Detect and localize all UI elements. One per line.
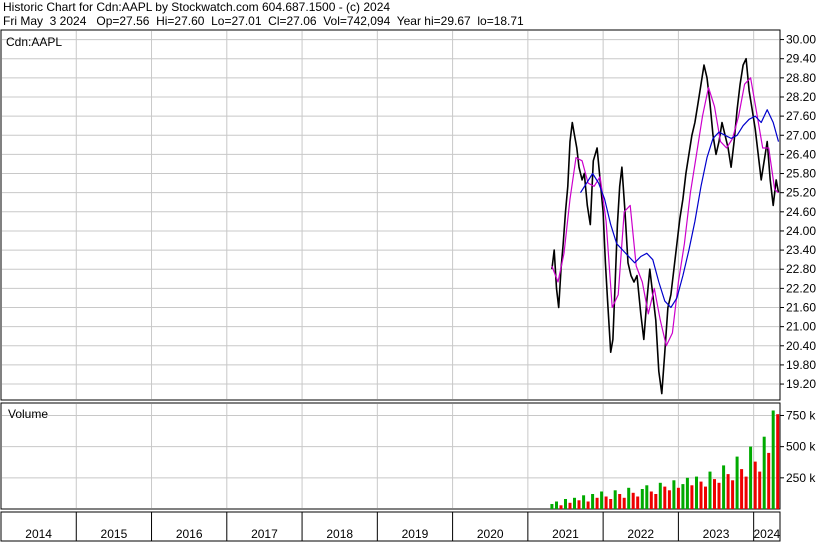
price-y-tick-label: 25.20 [786,186,816,200]
price-y-tick-label: 23.40 [786,243,816,257]
price-panel [0,29,781,401]
x-tick-label: 2020 [477,527,504,541]
volume-bar [749,446,753,509]
volume-bar [740,469,744,509]
volume-bar [681,484,685,509]
volume-bar [672,480,676,509]
volume-bar [636,496,640,509]
volume-bar [771,410,775,509]
volume-bar [658,482,662,509]
x-tick-label: 2021 [552,527,579,541]
x-tick-label: 2016 [176,527,203,541]
price-y-tick-label: 19.80 [786,358,816,372]
price-y-tick-label: 19.20 [786,377,816,391]
volume-bar [604,496,608,509]
x-tick-label: 2017 [251,527,278,541]
volume-y-tick-label: 500 k [786,440,816,454]
volume-bar [726,474,730,509]
volume-bar [713,479,716,509]
volume-bar [627,487,631,509]
x-tick-label: 2022 [627,527,654,541]
volume-bar [722,465,726,509]
price-y-tick-label: 28.20 [786,90,816,104]
price-y-tick-label: 20.40 [786,339,816,353]
volume-bar [690,485,694,509]
volume-bar [735,456,739,509]
volume-bar [758,471,762,509]
volume-bar [550,504,554,509]
price-y-axis: 30.00 29.40 28.80 28.20 27.60 27.00 26.40 25.80… [780,33,816,391]
volume-bar [586,501,590,509]
x-tick-label: 2018 [326,527,353,541]
price-y-tick-label: 24.60 [786,205,816,219]
price-y-tick-label: 28.80 [786,71,816,85]
price-panel-label: Cdn:AAPL [6,35,62,49]
price-y-tick-label: 25.80 [786,167,816,181]
volume-y-tick-label: 250 k [786,471,816,485]
volume-bar [559,505,563,509]
price-y-tick-label: 22.20 [786,281,816,295]
volume-bar [753,461,757,509]
volume-y-axis: 750 k 500 k 250 k [780,408,816,485]
volume-bar [582,495,586,509]
volume-bar [676,487,680,509]
x-tick-label: 2015 [101,527,128,541]
volume-bar [767,452,771,509]
volume-bar [663,486,667,509]
price-y-tick-label: 21.60 [786,301,816,315]
x-tick-label: 2014 [25,527,52,541]
volume-bar [595,497,599,509]
volume-bar [695,476,698,509]
volume-bar [776,414,780,509]
volume-bar [762,436,766,509]
volume-bar [731,480,735,509]
volume-bar [591,494,595,509]
volume-bar [744,476,748,509]
price-y-tick-label: 27.60 [786,109,816,123]
x-tick-label: 2024 [753,527,780,541]
volume-panel [0,402,781,510]
x-tick-label: 2023 [703,527,730,541]
price-y-tick-label: 27.00 [786,128,816,142]
volume-y-tick-label: 750 k [786,408,816,422]
price-y-tick-label: 30.00 [786,33,816,47]
price-y-tick-label: 29.40 [786,52,816,66]
x-tick-label: 2019 [402,527,429,541]
volume-bar [631,492,635,509]
volume-bar [609,499,613,509]
volume-bar [577,500,581,509]
volume-bar [649,491,653,509]
volume-bar [708,471,712,509]
price-y-tick-label: 21.00 [786,320,816,334]
volume-bar [564,499,567,509]
price-y-tick-label: 26.40 [786,147,816,161]
volume-bar [699,481,703,509]
volume-bar [613,490,617,509]
volume-bar [618,494,622,509]
price-y-tick-label: 22.80 [786,262,816,276]
volume-bar [600,491,604,509]
price-y-tick-label: 24.00 [786,224,816,238]
volume-bar [717,482,721,509]
volume-bar [704,486,707,509]
volume-bar [555,501,558,509]
volume-bar [640,489,644,509]
volume-bar [685,477,689,509]
volume-bar [568,502,572,509]
volume-bar [654,494,658,509]
volume-bar [622,497,626,509]
volume-bar [667,490,671,509]
volume-bar [573,497,576,509]
volume-bar [645,485,649,509]
historic-chart: 30.00 29.40 28.80 28.20 27.60 27.00 26.40 25.80… [0,29,816,542]
volume-panel-label: Volume [8,407,48,421]
